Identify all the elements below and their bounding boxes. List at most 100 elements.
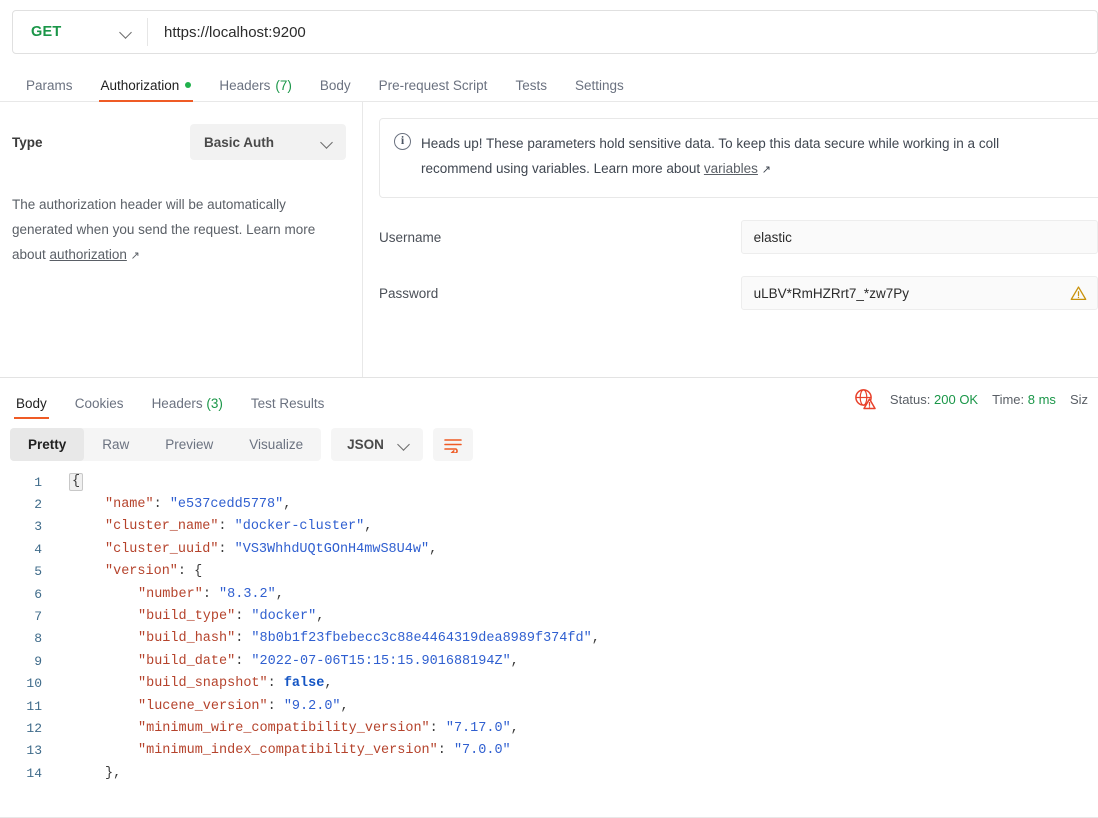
- tab-authorization[interactable]: Authorization: [87, 77, 206, 102]
- code-line: 8 "build_hash": "8b0b1f23fbebecc3c88e4464…: [0, 628, 1098, 650]
- username-field[interactable]: [740, 220, 1098, 254]
- response-tab-headers[interactable]: Headers (3): [138, 395, 237, 421]
- tab-label: Authorization: [100, 77, 180, 93]
- code-line: 5 "version": {: [0, 561, 1098, 583]
- notice-line2-text: recommend using variables. Learn more ab…: [421, 161, 704, 176]
- tab-label: Cookies: [74, 395, 124, 411]
- code-token: false: [283, 676, 325, 692]
- warning-icon[interactable]: [1070, 285, 1087, 301]
- code-token: :: [267, 698, 284, 714]
- line-number: 3: [34, 519, 42, 535]
- insecure-connection-icon[interactable]: [854, 388, 876, 410]
- chevron-down-icon: [120, 26, 133, 39]
- code-line: 4 "cluster_uuid": "VS3WhhdUQtGOnH4mwS8U4w…: [0, 538, 1098, 560]
- code-line: 9 "build_date": "2022-07-06T15:15:15.9016…: [0, 650, 1098, 672]
- tab-body[interactable]: Body: [306, 77, 365, 102]
- url-bar: GET https://localhost:9200: [12, 10, 1098, 54]
- line-content: "number": "8.3.2",: [52, 587, 284, 602]
- tab-settings[interactable]: Settings: [561, 78, 638, 102]
- line-content: "name": "e537cedd5778",: [52, 497, 291, 512]
- code-token: "2022-07-06T15:15:15.901688194Z": [251, 653, 511, 669]
- code-token: "version": [105, 564, 178, 580]
- code-token: "build_snapshot": [138, 676, 268, 692]
- variables-link[interactable]: variables: [704, 161, 758, 176]
- auth-type-value: Basic Auth: [204, 134, 275, 150]
- code-token: {: [194, 564, 203, 580]
- code-token: ,: [324, 676, 333, 692]
- code-line: 3 "cluster_name": "docker-cluster",: [0, 516, 1098, 538]
- chevron-down-icon: [321, 136, 334, 149]
- format-value: JSON: [347, 437, 384, 452]
- line-content: "lucene_version": "9.2.0",: [52, 699, 349, 714]
- authorization-panel: Type Basic Auth The authorization header…: [0, 102, 1098, 377]
- auth-description: The authorization header will be automat…: [12, 192, 346, 269]
- code-token: },: [105, 765, 122, 781]
- tab-headers[interactable]: Headers (7): [205, 78, 306, 102]
- auth-type-row: Type Basic Auth: [12, 124, 346, 160]
- view-pretty[interactable]: Pretty: [10, 428, 85, 461]
- tab-count: (3): [206, 395, 223, 411]
- code-token: ,: [364, 519, 373, 535]
- tab-label: Params: [26, 77, 73, 93]
- code-token: ,: [275, 586, 284, 602]
- code-line: 12 "minimum_wire_compatibility_version": …: [0, 717, 1098, 739]
- notice-line2: recommend using variables. Learn more ab…: [421, 156, 999, 183]
- tab-pre-request-script[interactable]: Pre-request Script: [365, 77, 502, 102]
- tab-label: Tests: [515, 77, 547, 93]
- code-token: ,: [510, 720, 519, 736]
- tab-params[interactable]: Params: [12, 77, 87, 102]
- code-token: "docker-cluster": [234, 519, 365, 535]
- status-label-group: Status: 200 OK: [890, 392, 978, 407]
- authorization-link[interactable]: authorization: [50, 247, 127, 262]
- code-token: "8.3.2": [219, 586, 276, 602]
- request-tab-bar: Params Authorization Headers (7) Body Pr…: [0, 64, 1098, 102]
- view-label: Preview: [165, 437, 214, 452]
- url-input[interactable]: https://localhost:9200: [148, 11, 1097, 53]
- code-token: ,: [283, 497, 292, 513]
- auth-type-panel: Type Basic Auth The authorization header…: [0, 102, 363, 377]
- line-content: "version": {: [52, 564, 202, 579]
- code-line: 11 "lucene_version": "9.2.0",: [0, 695, 1098, 717]
- view-visualize[interactable]: Visualize: [231, 428, 321, 461]
- password-field[interactable]: [740, 276, 1098, 310]
- response-tab-body[interactable]: Body: [2, 395, 61, 421]
- response-tab-cookies[interactable]: Cookies: [61, 395, 138, 421]
- wrap-lines-button[interactable]: [432, 428, 473, 461]
- line-content: "build_date": "2022-07-06T15:15:15.90168…: [52, 654, 519, 669]
- line-number: 14: [26, 765, 42, 781]
- line-content: "build_hash": "8b0b1f23fbebecc3c88e44643…: [52, 631, 600, 646]
- tab-label: Pre-request Script: [378, 77, 488, 93]
- view-raw[interactable]: Raw: [84, 428, 147, 461]
- code-token: "9.2.0": [283, 698, 341, 714]
- line-number: 11: [26, 698, 42, 714]
- code-fold-toggle[interactable]: {: [69, 473, 84, 492]
- chevron-down-icon: [398, 438, 411, 451]
- view-label: Raw: [102, 437, 130, 452]
- response-tab-bar: Body Cookies Headers (3) Test Results St…: [0, 378, 1098, 420]
- code-token: :: [218, 541, 235, 557]
- password-input[interactable]: [753, 285, 1085, 301]
- method-selector[interactable]: GET: [13, 11, 147, 53]
- code-token: "lucene_version": [138, 698, 268, 714]
- response-body-code[interactable]: 1{2 "name": "e537cedd5778", 3 "cluster_name…: [0, 469, 1098, 799]
- code-line: 10 "build_snapshot": false,: [0, 673, 1098, 695]
- line-number: 7: [34, 609, 42, 625]
- tab-tests[interactable]: Tests: [501, 77, 561, 102]
- view-preview[interactable]: Preview: [147, 428, 231, 461]
- code-line: 14},: [0, 762, 1098, 784]
- response-tab-test-results[interactable]: Test Results: [237, 396, 339, 421]
- response-meta: Status: 200 OK Time: 8 ms Siz: [854, 388, 1088, 410]
- username-input[interactable]: [753, 229, 1085, 245]
- auth-type-select[interactable]: Basic Auth: [190, 124, 346, 160]
- tab-label: Body: [16, 395, 47, 411]
- tab-label: Body: [319, 77, 351, 93]
- info-icon: [394, 133, 411, 150]
- line-content: "build_snapshot": false,: [52, 676, 332, 691]
- code-line: 2 "name": "e537cedd5778",: [0, 493, 1098, 515]
- format-select[interactable]: JSON: [331, 428, 423, 461]
- code-token: ,: [591, 631, 600, 647]
- code-token: "docker": [251, 609, 317, 625]
- code-line: 6 "number": "8.3.2",: [0, 583, 1098, 605]
- line-number: 12: [26, 720, 42, 736]
- password-label: Password: [379, 285, 439, 301]
